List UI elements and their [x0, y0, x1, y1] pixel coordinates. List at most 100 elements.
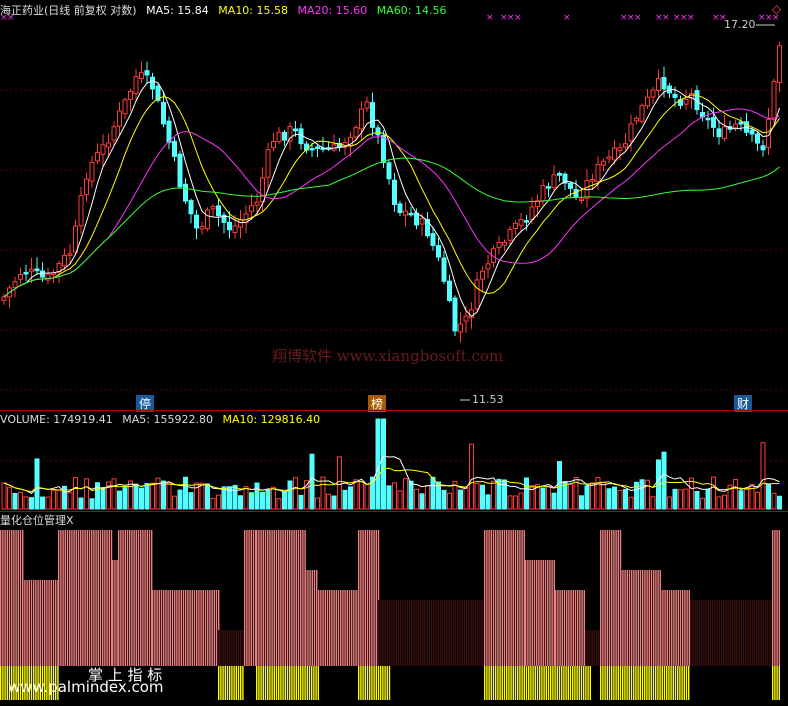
volume-bar [364, 483, 370, 510]
position-bar [46, 580, 48, 666]
candle-body [133, 76, 139, 95]
position-bar [64, 530, 66, 666]
position-base-bar [528, 666, 530, 700]
position-bar [512, 530, 514, 666]
candle-body [639, 104, 645, 122]
position-bar [156, 590, 158, 666]
position-bar [50, 580, 52, 666]
position-bar [366, 530, 369, 666]
position-bar [110, 530, 113, 666]
position-bar [648, 570, 650, 666]
position-base-bar [231, 666, 233, 700]
ma20-line [3, 108, 780, 298]
position-bar [660, 590, 662, 666]
position-base-bar [602, 666, 604, 700]
position-base-bar [659, 666, 661, 700]
position-bar [778, 530, 780, 666]
position-bar [529, 560, 531, 666]
candle-body [122, 99, 128, 115]
position-base-bar [362, 666, 364, 700]
position-bar [393, 600, 395, 666]
position-base-bar [0, 666, 2, 700]
volume-bar [617, 489, 623, 510]
position-bar [358, 530, 360, 666]
position-base-bar [580, 666, 583, 700]
candle-body [447, 280, 452, 302]
position-base-bar [488, 666, 490, 700]
candle-body [331, 144, 337, 151]
position-bar [102, 530, 104, 666]
candle-body [177, 153, 183, 188]
position-bar [574, 590, 577, 666]
position-panel[interactable]: 量化仓位管理X 掌 上 指 标 www.palmindex.com [0, 512, 788, 706]
volume-bar [287, 480, 293, 510]
position-base-bar [4, 666, 6, 700]
position-base-bar [637, 666, 639, 700]
position-bar [41, 580, 44, 666]
candle-body [150, 76, 155, 90]
position-base-bar [490, 666, 492, 700]
position-base-bar [536, 666, 539, 700]
position-bar [193, 590, 196, 666]
position-bar [252, 530, 255, 666]
candle-body [590, 179, 595, 182]
position-bar [606, 530, 608, 666]
position-base-bar [600, 666, 602, 700]
watermark-text: 翔博软件 www.xiangbosoft.com [272, 347, 504, 365]
candle-body [403, 210, 408, 216]
volume-panel[interactable]: VOLUME: 174919.41 MA5: 155922.80 MA10: 1… [0, 411, 788, 511]
volume-bar [568, 483, 573, 510]
position-base-bar [229, 666, 231, 700]
candle-body [359, 108, 364, 130]
candle-body [458, 323, 463, 333]
position-bar [129, 530, 131, 666]
position-bar [716, 600, 718, 666]
low-price-label: 11.53 [472, 393, 504, 406]
candle-body [408, 212, 414, 216]
position-bar [2, 530, 4, 666]
position-bar [497, 530, 499, 666]
position-bar [486, 530, 488, 666]
position-bar [686, 590, 688, 666]
position-bar [86, 530, 88, 666]
volume-chart[interactable] [0, 411, 788, 511]
position-base-bar [273, 666, 275, 700]
position-bar [646, 570, 648, 666]
volume-bar [12, 492, 18, 510]
volume-bar [425, 485, 430, 510]
position-base-bar [280, 666, 282, 700]
position-bar [250, 530, 252, 666]
candle-body [210, 206, 216, 210]
price-panel[interactable]: 海正药业(日线 前复权 对数) MA5: 15.84 MA10: 15.58 M… [0, 0, 788, 412]
position-bar [267, 530, 269, 666]
position-base-bar [608, 666, 611, 700]
position-bar [684, 590, 686, 666]
candle-body [430, 233, 436, 246]
position-bar [756, 600, 758, 666]
position-bar [557, 590, 559, 666]
position-bar [457, 600, 459, 666]
candle-body [78, 195, 84, 227]
position-bar [69, 530, 71, 666]
position-base-bar [358, 666, 360, 700]
candle-body [315, 146, 320, 149]
position-bar [631, 570, 633, 666]
volume-bar [1, 482, 7, 510]
volume-bar [463, 487, 469, 510]
position-base-bar [652, 666, 655, 700]
position-bar [240, 630, 242, 666]
position-base-bar [688, 666, 690, 700]
position-base-bar [235, 666, 237, 700]
position-bar [413, 600, 415, 666]
position-bar [148, 530, 151, 666]
candle-body [194, 214, 199, 229]
position-bar [258, 530, 260, 666]
position-bar [461, 600, 463, 666]
position-bar [404, 600, 406, 666]
candle-body [568, 182, 573, 189]
position-bar [305, 570, 307, 666]
position-bar [275, 530, 278, 666]
position-bar [82, 530, 84, 666]
position-base-bar [657, 666, 659, 700]
position-bar [441, 600, 444, 666]
